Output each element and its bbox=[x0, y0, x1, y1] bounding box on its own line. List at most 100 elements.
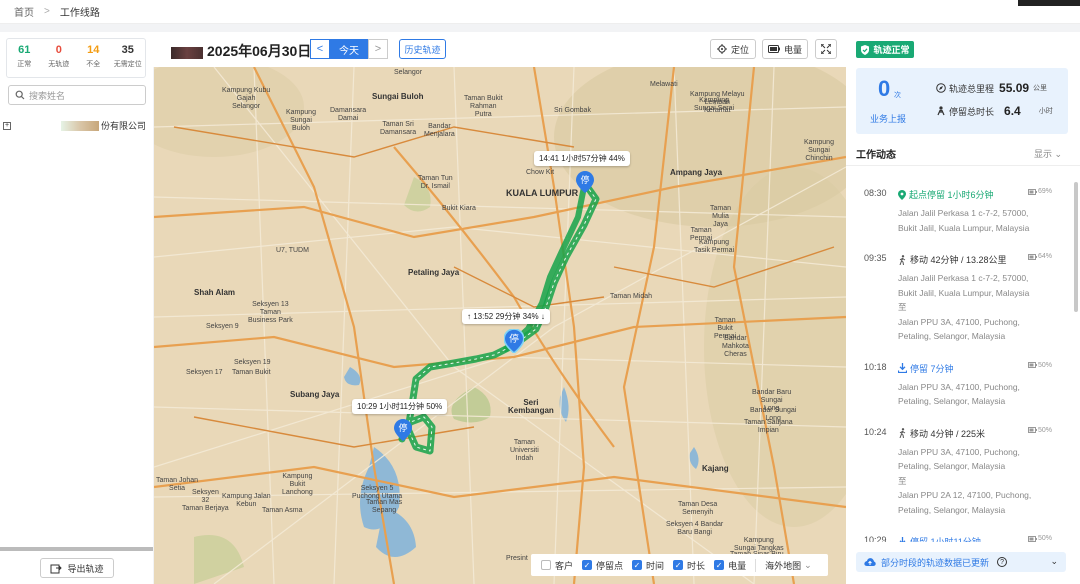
battery-icon bbox=[1028, 535, 1037, 542]
map-place-label: Taman Saujana Impian bbox=[744, 419, 793, 434]
map-place-label: Sungai Buloh bbox=[372, 92, 424, 101]
walking-icon bbox=[899, 428, 906, 438]
fullscreen-button[interactable] bbox=[815, 39, 837, 59]
toggle-duration[interactable]: ✓ 时长 bbox=[673, 559, 705, 572]
map-place-label: Subang Jaya bbox=[290, 390, 340, 399]
stat-item[interactable]: 14 不全 bbox=[76, 39, 111, 77]
breadcrumb-home[interactable]: 首页 bbox=[14, 4, 34, 19]
locate-button[interactable]: 定位 bbox=[710, 39, 756, 59]
checkbox-checked-icon[interactable]: ✓ bbox=[632, 560, 643, 570]
checkbox-unchecked[interactable] bbox=[541, 560, 551, 570]
map-place-label: Kampung Sungai Serai bbox=[694, 97, 735, 112]
stat-item[interactable]: 0 无轨迹 bbox=[42, 39, 77, 77]
activity-address: Bukit Jalil, Kuala Lumpur, Malaysia bbox=[898, 222, 1030, 233]
activity-address: Petaling, Selangor, Malaysia bbox=[898, 461, 1006, 471]
activity-time: 10:18 bbox=[864, 361, 887, 372]
activity-address: Petaling, Selangor, Malaysia bbox=[898, 504, 1006, 515]
map-place-label: Seksyen 17 bbox=[186, 369, 223, 376]
prev-day-button[interactable]: < bbox=[310, 39, 330, 59]
stop-pin-icon[interactable]: 停 bbox=[504, 329, 524, 353]
track-summary: 0 次 业务上报 轨迹总里程 55.09 公里 停留总时长 6.4 小时 bbox=[856, 68, 1068, 134]
activity-battery: 69% bbox=[1028, 188, 1052, 195]
report-count: 0 bbox=[878, 76, 891, 101]
display-label: 显示 bbox=[1034, 149, 1053, 159]
toggle-stop[interactable]: ✓ 停留点 bbox=[582, 559, 623, 572]
stop-info-bubble[interactable]: 10:29 1小时11分钟 50% bbox=[352, 399, 448, 414]
toggle-time[interactable]: ✓ 时间 bbox=[632, 559, 664, 572]
activity-address: Bukit Jalil, Kuala Lumpur, Malaysia bbox=[898, 287, 1030, 298]
stay-value: 6.4 bbox=[1004, 104, 1021, 118]
expand-icon[interactable]: + bbox=[3, 121, 11, 130]
search-input[interactable]: 搜索姓名 bbox=[8, 85, 146, 105]
checkbox-checked-icon[interactable]: ✓ bbox=[714, 560, 725, 570]
stay-row: 停留总时长 6.4 小时 bbox=[936, 104, 1053, 118]
activity-address: Jalan Jalil Perkasa 1 c-7-2, 57000, bbox=[898, 273, 1029, 283]
activity-time: 08:30 bbox=[864, 188, 887, 198]
legend-label: 时长 bbox=[687, 560, 706, 571]
stat-number: 61 bbox=[18, 44, 31, 56]
mileage-row: 轨迹总里程 55.09 公里 bbox=[936, 81, 1047, 95]
map-legend: 客户 ✓ 停留点 ✓ 时间 ✓ 时长 ✓ 电量 海外地图 ⌄ bbox=[531, 554, 828, 576]
compass-icon bbox=[936, 83, 946, 93]
export-track-button[interactable]: 导出轨迹 bbox=[40, 558, 114, 578]
toggle-customer[interactable]: 客户 bbox=[541, 559, 573, 572]
map-place-label: Taman Universiti Indah bbox=[510, 439, 539, 462]
battery-percent: 64% bbox=[1038, 253, 1053, 260]
battery-icon bbox=[1028, 253, 1037, 260]
overseas-map-select[interactable]: 海外地图 ⌄ bbox=[755, 558, 812, 572]
battery-button[interactable]: 电量 bbox=[762, 39, 808, 59]
today-button[interactable]: 今天 bbox=[330, 39, 368, 59]
map-place-label: Chow Kit bbox=[526, 169, 555, 176]
stop-pin-icon[interactable]: 停 bbox=[394, 419, 412, 441]
activity-battery: 50% bbox=[1028, 427, 1052, 434]
stat-number: 14 bbox=[87, 44, 100, 56]
map-place-label: Seksyen 32 bbox=[192, 489, 219, 504]
search-icon bbox=[15, 90, 25, 100]
chevron-down-icon[interactable]: ⌄ bbox=[1050, 556, 1058, 567]
toggle-battery[interactable]: ✓ 电量 bbox=[714, 559, 746, 572]
history-track-button[interactable]: 历史轨迹 bbox=[399, 39, 446, 59]
map-place-label: Ampang Jaya bbox=[670, 168, 723, 177]
activity-list: 08:30 起点停留 1小时6分钟 69% Jalan Jalil Perkasa 1… bbox=[846, 182, 1072, 542]
activity-head: 移动 4分钟 / 225米 bbox=[898, 427, 985, 440]
activity-time: 09:35 bbox=[864, 253, 887, 263]
stay-label: 停留总时长 bbox=[949, 106, 995, 117]
battery-percent: 50% bbox=[1038, 426, 1053, 434]
svg-text:停: 停 bbox=[398, 422, 407, 434]
vertical-scrollbar[interactable] bbox=[1074, 182, 1078, 312]
battery-percent: 69% bbox=[1038, 188, 1053, 195]
locate-label: 定位 bbox=[730, 44, 749, 55]
map-view[interactable]: Selangor Kampung Kubu Gajah Selangor Sunga… bbox=[154, 67, 846, 584]
display-toggle[interactable]: 显示 ⌄ bbox=[1034, 147, 1062, 160]
activity-title: 移动 42分钟 / 13.28公里 bbox=[910, 255, 1007, 265]
activity-time: 10:29 bbox=[864, 535, 887, 542]
legend-label: 电量 bbox=[728, 560, 747, 571]
checkbox-checked-icon[interactable]: ✓ bbox=[582, 560, 593, 570]
map-place-label: Taman Midah bbox=[610, 293, 653, 300]
export-label: 导出轨迹 bbox=[67, 563, 104, 574]
legend-label: 停留点 bbox=[596, 560, 624, 571]
legend-label: 客户 bbox=[555, 560, 574, 571]
update-notice[interactable]: 部分时段的轨迹数据已更新 ? ⌄ bbox=[856, 552, 1066, 572]
activity-title: 移动 4分钟 / 225米 bbox=[910, 428, 986, 439]
map-place-label: Taman Tun Dr. Ismail bbox=[418, 175, 453, 190]
mileage-value: 55.09 bbox=[999, 81, 1030, 95]
date-title: 2025年06月30日 bbox=[207, 43, 312, 59]
map-place-label: Seksyen 9 bbox=[206, 323, 239, 330]
report-label[interactable]: 业务上报 bbox=[870, 112, 906, 125]
checkbox-checked-icon[interactable]: ✓ bbox=[673, 560, 684, 570]
stat-item[interactable]: 61 正常 bbox=[7, 39, 42, 77]
stat-label: 正常 bbox=[17, 61, 32, 68]
next-day-button[interactable]: > bbox=[368, 39, 388, 59]
stop-info-bubble[interactable]: 14:41 1小时57分钟 44% bbox=[534, 151, 630, 166]
org-tree-item[interactable]: + 份有限公司 bbox=[3, 119, 151, 132]
stop-pin-icon[interactable]: 停 bbox=[576, 171, 594, 193]
activity-address: Jalan PPU 3A, 47100, Puchong, bbox=[898, 446, 1020, 457]
activity-head: 停留 7分钟 bbox=[898, 362, 954, 375]
stop-info-bubble[interactable]: ↑ 13:52 29分钟 34% ↓ bbox=[462, 309, 550, 324]
location-pin-icon bbox=[898, 189, 906, 200]
svg-text:停: 停 bbox=[580, 174, 589, 186]
help-icon[interactable]: ? bbox=[997, 557, 1008, 567]
horizontal-scrollbar[interactable] bbox=[0, 547, 153, 551]
stat-item[interactable]: 35 无需定位 bbox=[111, 39, 146, 77]
